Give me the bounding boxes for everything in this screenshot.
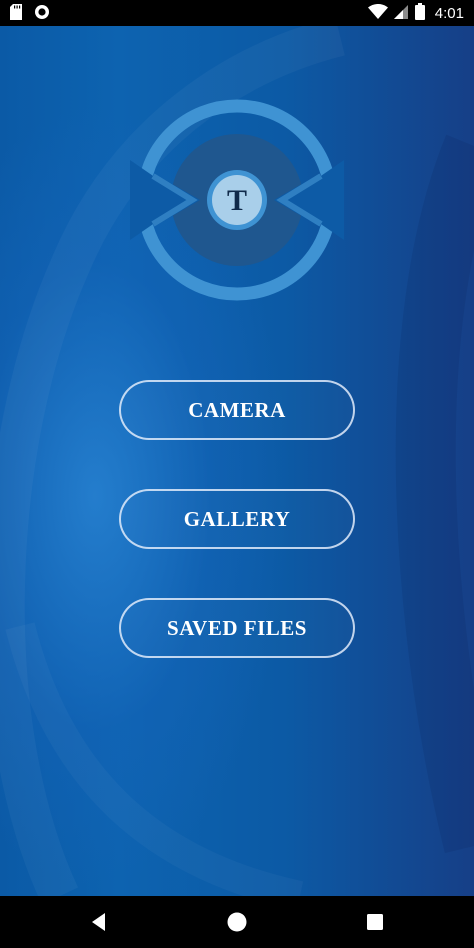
back-icon[interactable] (87, 910, 111, 934)
camera-button[interactable]: CAMERA (119, 380, 355, 440)
status-right-icons: 4:01 (367, 3, 464, 25)
sync-icon (34, 4, 50, 25)
app-screen: 4:01 T CAMERA GALLERY SAVED FILES (0, 0, 474, 948)
gallery-button[interactable]: GALLERY (119, 489, 355, 549)
saved-files-button[interactable]: SAVED FILES (119, 598, 355, 658)
camera-button-label: CAMERA (188, 397, 286, 422)
sd-card-icon (10, 4, 22, 25)
status-bar: 4:01 (0, 0, 474, 26)
recents-icon[interactable] (363, 910, 387, 934)
main-content: T CAMERA GALLERY SAVED FILES (0, 26, 474, 896)
logo-letter: T (226, 184, 247, 217)
gallery-button-label: GALLERY (183, 506, 291, 531)
cell-signal-icon (393, 4, 409, 25)
status-left-icons (10, 4, 50, 25)
wifi-icon (367, 3, 388, 25)
battery-icon (414, 3, 425, 25)
status-time: 4:01 (434, 5, 464, 22)
home-icon[interactable] (225, 910, 249, 934)
navigation-bar (0, 896, 474, 948)
saved-files-button-label: SAVED FILES (167, 615, 307, 640)
